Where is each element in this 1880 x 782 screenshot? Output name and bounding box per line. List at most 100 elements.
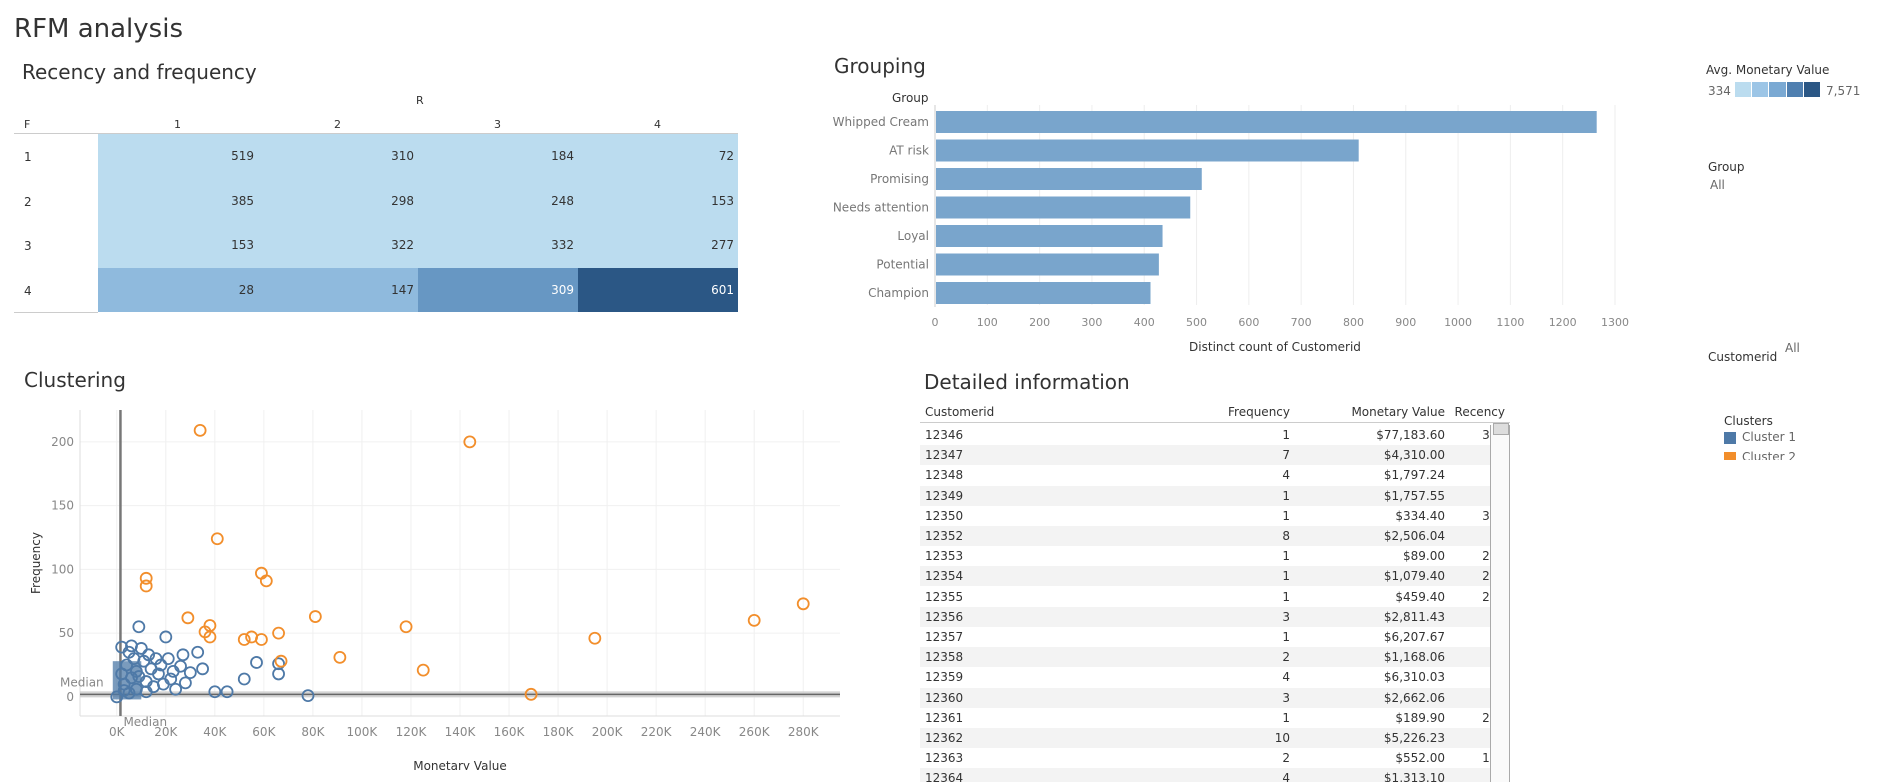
cell-customerid: 12354 xyxy=(925,569,964,584)
cell-customerid: 12350 xyxy=(925,508,964,523)
table-row[interactable]: 123644$1,313.108 xyxy=(920,768,1510,782)
heatmap-col-label: 3 xyxy=(494,118,501,131)
scatter-point[interactable] xyxy=(176,648,190,662)
scatter-point[interactable] xyxy=(191,645,205,659)
scatter-x-tick-label: 40K xyxy=(203,725,227,739)
table-row[interactable]: 123603$2,662.0653 xyxy=(920,687,1510,708)
col-header-frequency[interactable]: Frequency xyxy=(1150,405,1290,419)
monetary-ramp-step xyxy=(1786,82,1804,97)
table-row[interactable]: 123461$77,183.60326 xyxy=(920,425,1510,445)
cluster-2-label[interactable]: Cluster 2 xyxy=(1742,450,1796,460)
cell-monetary-value: $2,506.04 xyxy=(1383,529,1445,543)
heatmap-cell: 153 xyxy=(98,223,258,268)
table-row[interactable]: 1236210$5,226.234 xyxy=(920,728,1510,748)
col-header-monetary[interactable]: Monetary Value xyxy=(1300,405,1445,419)
bar-x-tick-label: 1200 xyxy=(1549,316,1577,329)
table-row[interactable]: 123582$1,168.062 xyxy=(920,647,1510,668)
scatter-point[interactable] xyxy=(183,666,197,680)
cell-monetary-value: $334.40 xyxy=(1395,508,1445,523)
scatter-point[interactable] xyxy=(588,631,602,645)
table-row[interactable]: 123551$459.40215 xyxy=(920,587,1510,607)
heatmap-row-label: 4 xyxy=(24,283,32,298)
scatter-point[interactable] xyxy=(181,611,195,625)
scatter-point[interactable] xyxy=(274,654,288,668)
scatter-point[interactable] xyxy=(196,662,209,676)
scatter-point[interactable] xyxy=(237,672,251,686)
heatmap-cell: 184 xyxy=(418,134,578,179)
group-filter-title: Group xyxy=(1708,160,1745,174)
scatter-point[interactable] xyxy=(308,610,322,623)
scatter-y-tick-label: 200 xyxy=(51,435,74,449)
cell-customerid: 12361 xyxy=(925,710,964,725)
clusters-legend-title: Clusters xyxy=(1724,414,1773,428)
heatmap-cell: 248 xyxy=(418,178,578,223)
heatmap-cell: 385 xyxy=(98,178,258,223)
table-row[interactable]: 123491$1,757.5519 xyxy=(920,485,1510,506)
detail-title: Detailed information xyxy=(924,370,1130,394)
customer-filter-value[interactable]: All xyxy=(1785,341,1800,355)
cluster-1-label[interactable]: Cluster 1 xyxy=(1742,430,1796,444)
table-row[interactable]: 123611$189.90288 xyxy=(920,708,1510,728)
bar-category-label: Promising xyxy=(870,172,929,186)
bar-x-tick-label: 500 xyxy=(1186,316,1207,329)
grouping-title: Grouping xyxy=(834,54,926,78)
monetary-ramp-step xyxy=(1769,82,1787,97)
cell-customerid: 12362 xyxy=(925,731,964,745)
scatter-point[interactable] xyxy=(139,579,153,593)
col-header-customerid[interactable]: Customerid xyxy=(925,405,994,419)
table-row[interactable]: 123484$1,797.2476 xyxy=(920,465,1510,485)
scatter-point[interactable] xyxy=(237,633,251,646)
cell-monetary-value: $1,168.06 xyxy=(1383,650,1445,665)
scatter-point[interactable] xyxy=(250,656,263,669)
table-row[interactable]: 123632$552.00110 xyxy=(920,748,1510,768)
bar-category-label: Needs attention xyxy=(833,201,929,215)
scatter-point[interactable] xyxy=(416,663,430,677)
bar[interactable] xyxy=(936,282,1151,304)
col-header-recency[interactable]: Recency xyxy=(1450,405,1505,419)
cell-frequency: 4 xyxy=(1282,771,1290,782)
table-row[interactable]: 123571$6,207.6734 xyxy=(920,627,1510,647)
scatter-x-tick-label: 140K xyxy=(445,725,477,739)
table-scrollbar-thumb[interactable] xyxy=(1493,423,1509,435)
scatter-point[interactable] xyxy=(333,650,347,664)
table-row[interactable]: 123531$89.00205 xyxy=(920,546,1510,566)
bar[interactable] xyxy=(936,111,1597,133)
scatter-x-tick-label: 280K xyxy=(788,725,820,739)
table-row[interactable]: 123501$334.40311 xyxy=(920,506,1510,526)
table-row[interactable]: 123528$2,506.0437 xyxy=(920,526,1510,546)
heatmap-cell: 28 xyxy=(98,267,258,312)
cell-customerid: 12353 xyxy=(925,549,964,564)
scatter-point[interactable] xyxy=(179,676,192,690)
cell-frequency: 4 xyxy=(1282,670,1290,685)
bar[interactable] xyxy=(936,253,1159,276)
group-filter-value[interactable]: All xyxy=(1710,178,1725,192)
table-row[interactable]: 123477$4,310.003 xyxy=(920,445,1510,466)
scatter-point[interactable] xyxy=(399,620,413,634)
scatter-point[interactable] xyxy=(210,532,224,546)
scatter-point[interactable] xyxy=(161,652,175,666)
cell-frequency: 1 xyxy=(1282,428,1290,442)
detail-table: Customerid Frequency Monetary Value Rece… xyxy=(920,405,1510,782)
heatmap-cell: 298 xyxy=(258,178,418,223)
bar-x-tick-label: 300 xyxy=(1081,316,1102,329)
bar[interactable] xyxy=(936,196,1191,219)
heatmap-col-label: 1 xyxy=(174,118,181,131)
grouping-bar-chart: 0 100 200 300 400 500 600 700 800 900 1000 1100 1200… xyxy=(833,105,1629,354)
bar[interactable] xyxy=(936,168,1202,190)
monetary-legend-title: Avg. Monetary Value xyxy=(1706,63,1830,77)
scatter-point[interactable] xyxy=(132,620,146,634)
cell-customerid: 12364 xyxy=(925,771,964,782)
bar-x-tick-label: 0 xyxy=(932,316,939,329)
cell-customerid: 12348 xyxy=(925,468,964,483)
table-scrollbar[interactable] xyxy=(1490,425,1510,782)
bar[interactable] xyxy=(936,225,1163,247)
table-row[interactable]: 123563$2,811.4323 xyxy=(920,606,1510,627)
table-row[interactable]: 123541$1,079.40233 xyxy=(920,566,1510,587)
table-row[interactable]: 123594$6,310.0358 xyxy=(920,667,1510,687)
cell-customerid: 12352 xyxy=(925,529,964,543)
scatter-x-tick-label: 260K xyxy=(739,725,771,739)
scatter-point[interactable] xyxy=(193,423,207,437)
bar-x-tick-label: 1100 xyxy=(1496,316,1524,329)
scatter-point[interactable] xyxy=(255,633,268,646)
bar[interactable] xyxy=(936,139,1359,162)
